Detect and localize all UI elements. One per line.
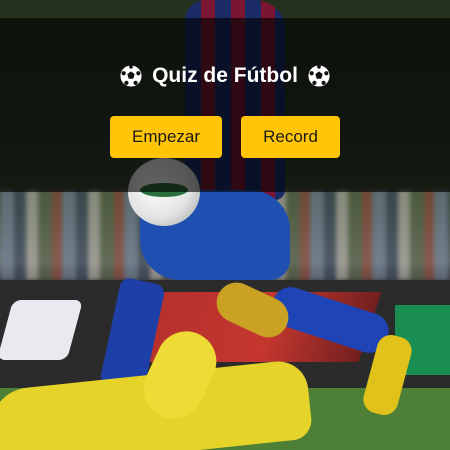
start-button[interactable]: Empezar bbox=[110, 116, 222, 158]
soccer-ball-icon bbox=[308, 65, 330, 87]
soccer-ball-icon bbox=[120, 65, 142, 87]
record-button[interactable]: Record bbox=[241, 116, 340, 158]
quiz-title-row: Quiz de Fútbol bbox=[0, 64, 450, 88]
quiz-title: Quiz de Fútbol bbox=[152, 64, 298, 87]
menu-overlay bbox=[0, 18, 450, 192]
